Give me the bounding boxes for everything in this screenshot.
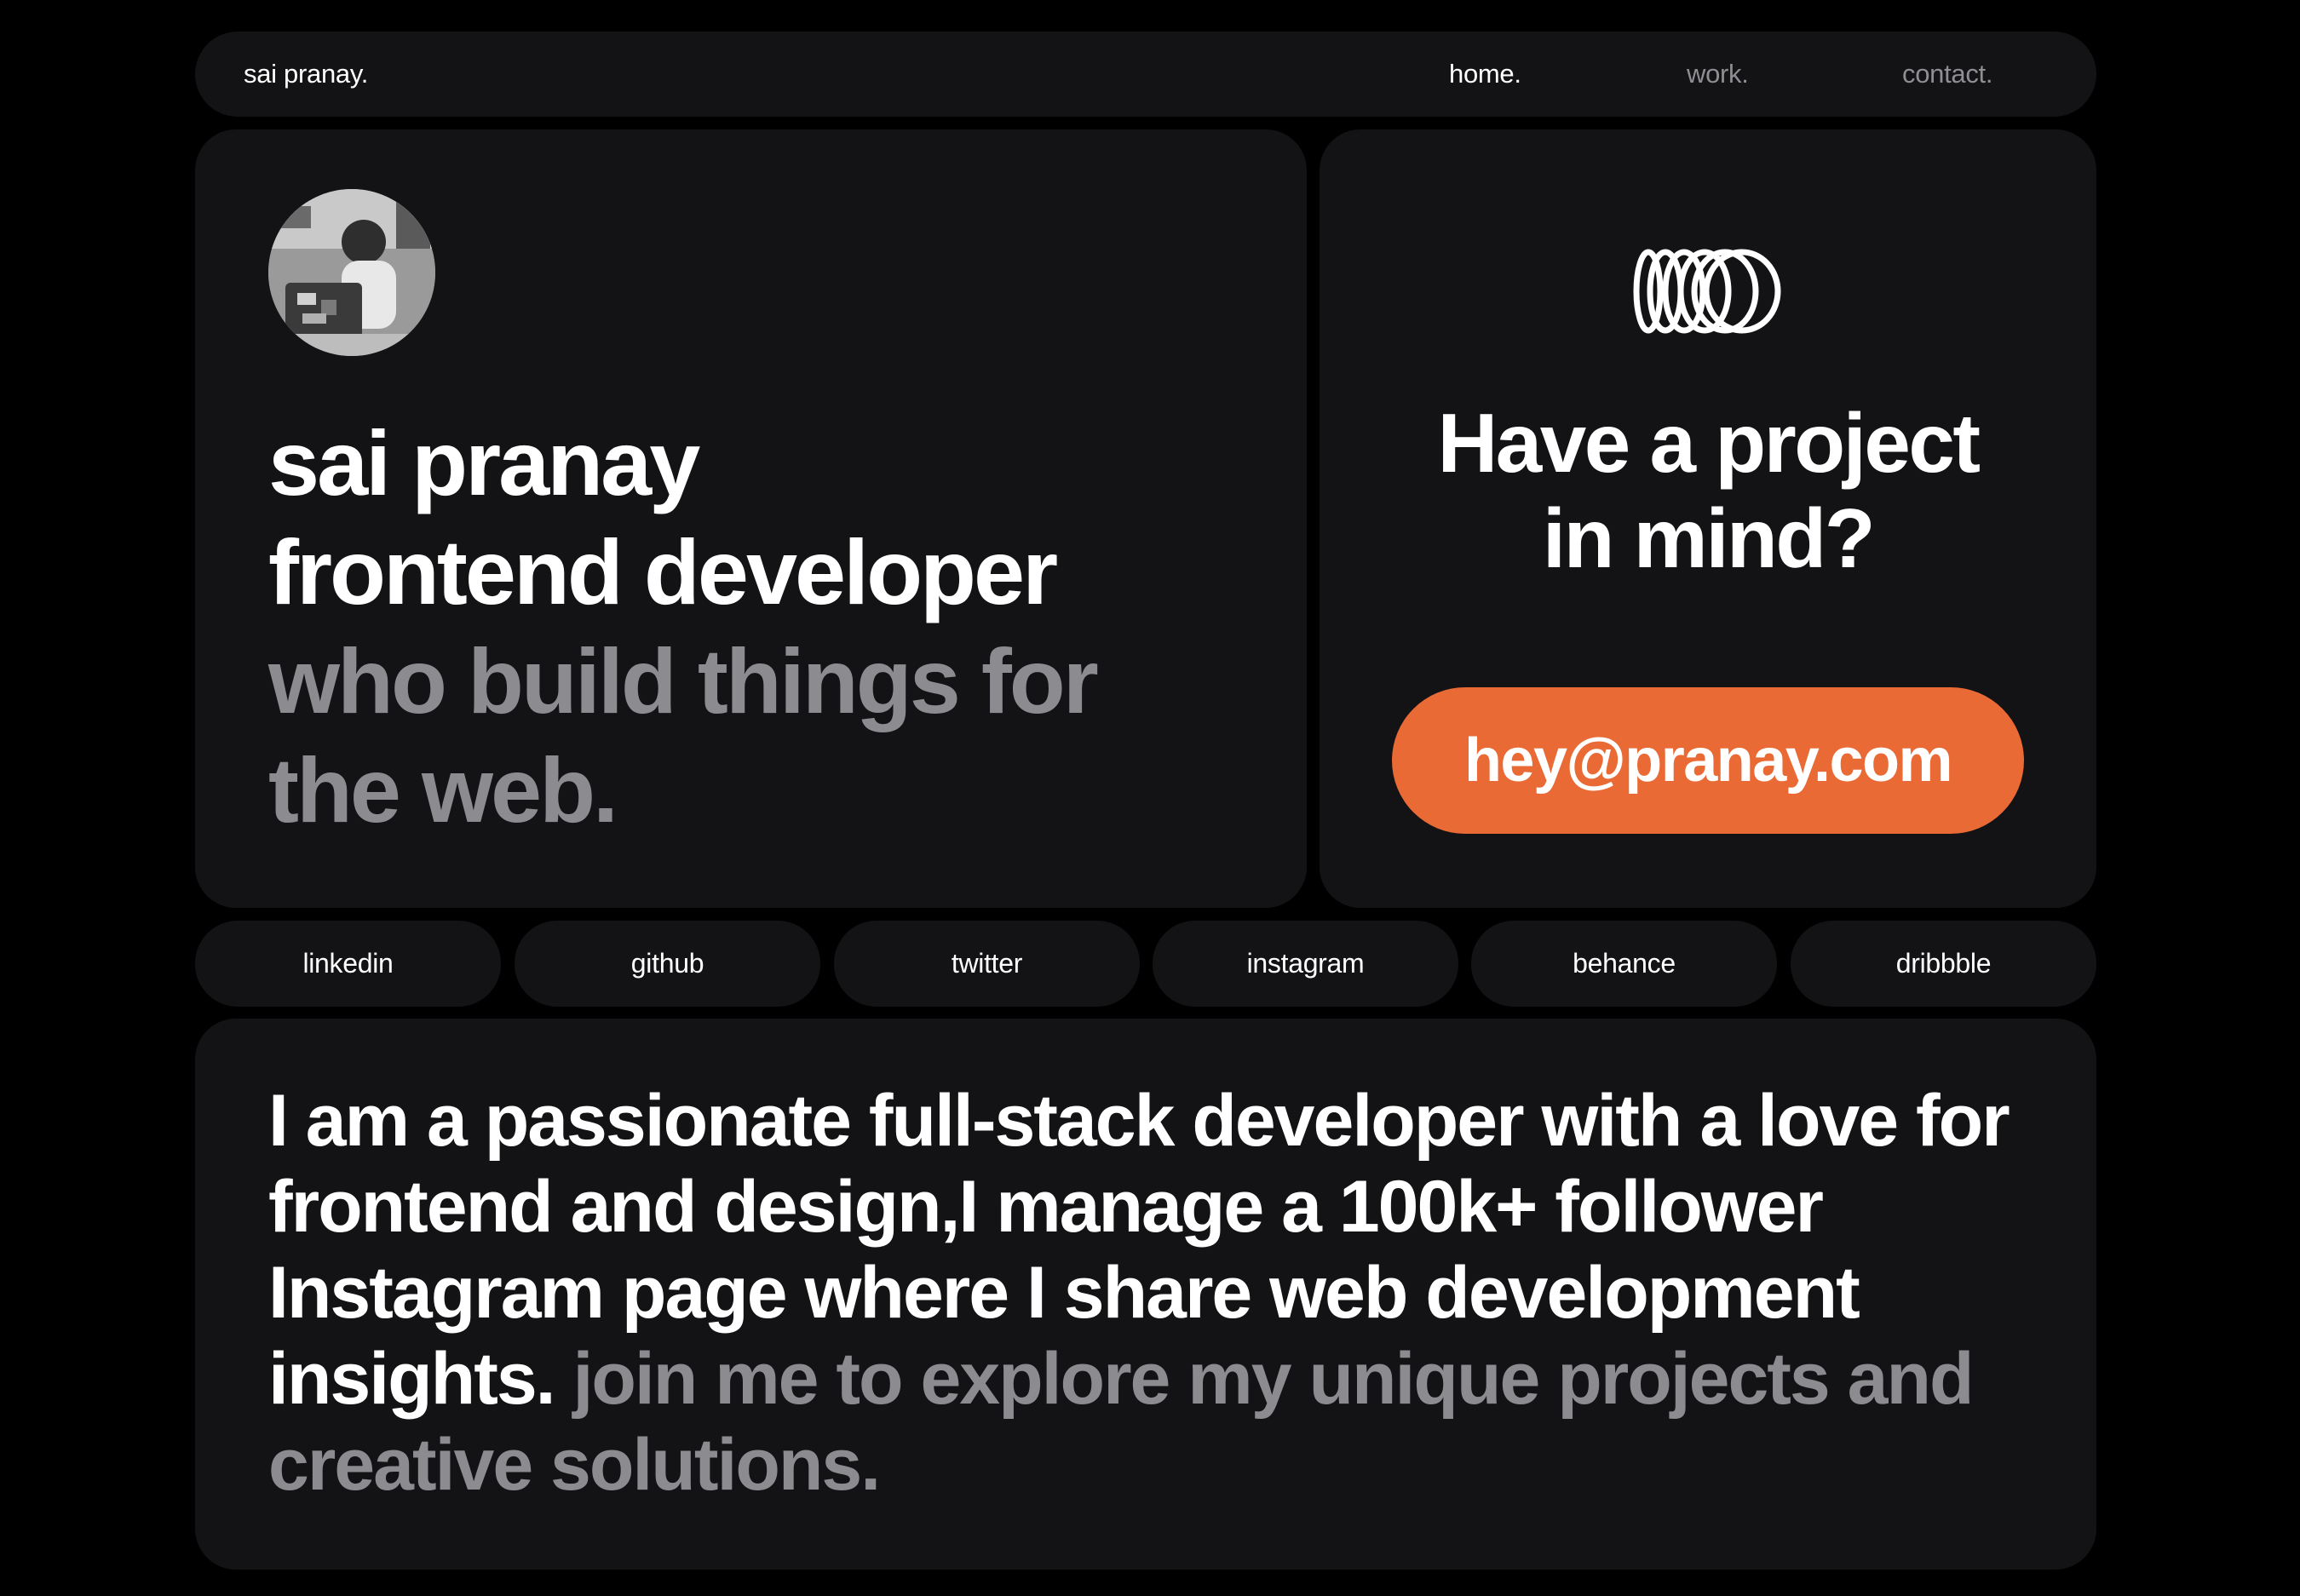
hero-tagline-line1: who build things for <box>268 629 1099 732</box>
social-dribbble-button[interactable]: dribbble <box>1791 921 2096 1007</box>
brand-name[interactable]: sai pranay. <box>244 32 368 117</box>
email-button[interactable]: hey@pranay.com <box>1392 687 2024 834</box>
top-nav: sai pranay. home. work. contact. <box>195 32 2096 117</box>
nav-link-contact[interactable]: contact. <box>1902 32 1992 117</box>
social-behance-button[interactable]: behance <box>1471 921 1777 1007</box>
social-twitter-button[interactable]: twitter <box>834 921 1140 1007</box>
avatar <box>268 189 435 356</box>
contact-card: Have a project in mind? hey@pranay.com <box>1320 129 2096 908</box>
cta-title-line1: Have a project <box>1437 396 1981 490</box>
bio-line: insights. join me to explore my unique p… <box>268 1336 2049 1422</box>
cta-title-line2: in mind? <box>1542 491 1876 585</box>
hero-role: frontend developer <box>268 520 1058 623</box>
hero-card: sai pranay frontend developer who build … <box>195 129 1307 908</box>
social-instagram-button[interactable]: instagram <box>1153 921 1458 1007</box>
bio-line: creative solutions. <box>268 1424 881 1506</box>
hero-tagline-line2: the web. <box>268 738 618 841</box>
avatar-photo-icon <box>268 189 435 356</box>
about-bio: I am a passionate full-stack developer w… <box>268 1078 2049 1508</box>
social-github-button[interactable]: github <box>515 921 820 1007</box>
hero-name: sai pranay <box>268 411 700 514</box>
about-card: I am a passionate full-stack developer w… <box>195 1019 2096 1570</box>
social-linkedin-button[interactable]: linkedin <box>195 921 501 1007</box>
hero-headline: sai pranay frontend developer who build … <box>268 409 1274 845</box>
nav-link-home[interactable]: home. <box>1449 32 1521 117</box>
bio-line: frontend and design,I manage a 100k+ fol… <box>268 1166 1824 1248</box>
cta-title: Have a project in mind? <box>1320 395 2096 586</box>
bio-insights: insights. <box>268 1338 556 1420</box>
bio-invite: join me to explore my unique projects an… <box>554 1338 1974 1420</box>
bio-line: I am a passionate full-stack developer w… <box>268 1080 2010 1162</box>
bio-line: Instagram page where I share web develop… <box>268 1252 1860 1334</box>
coil-icon <box>1633 249 1781 334</box>
nav-link-work[interactable]: work. <box>1687 32 1749 117</box>
